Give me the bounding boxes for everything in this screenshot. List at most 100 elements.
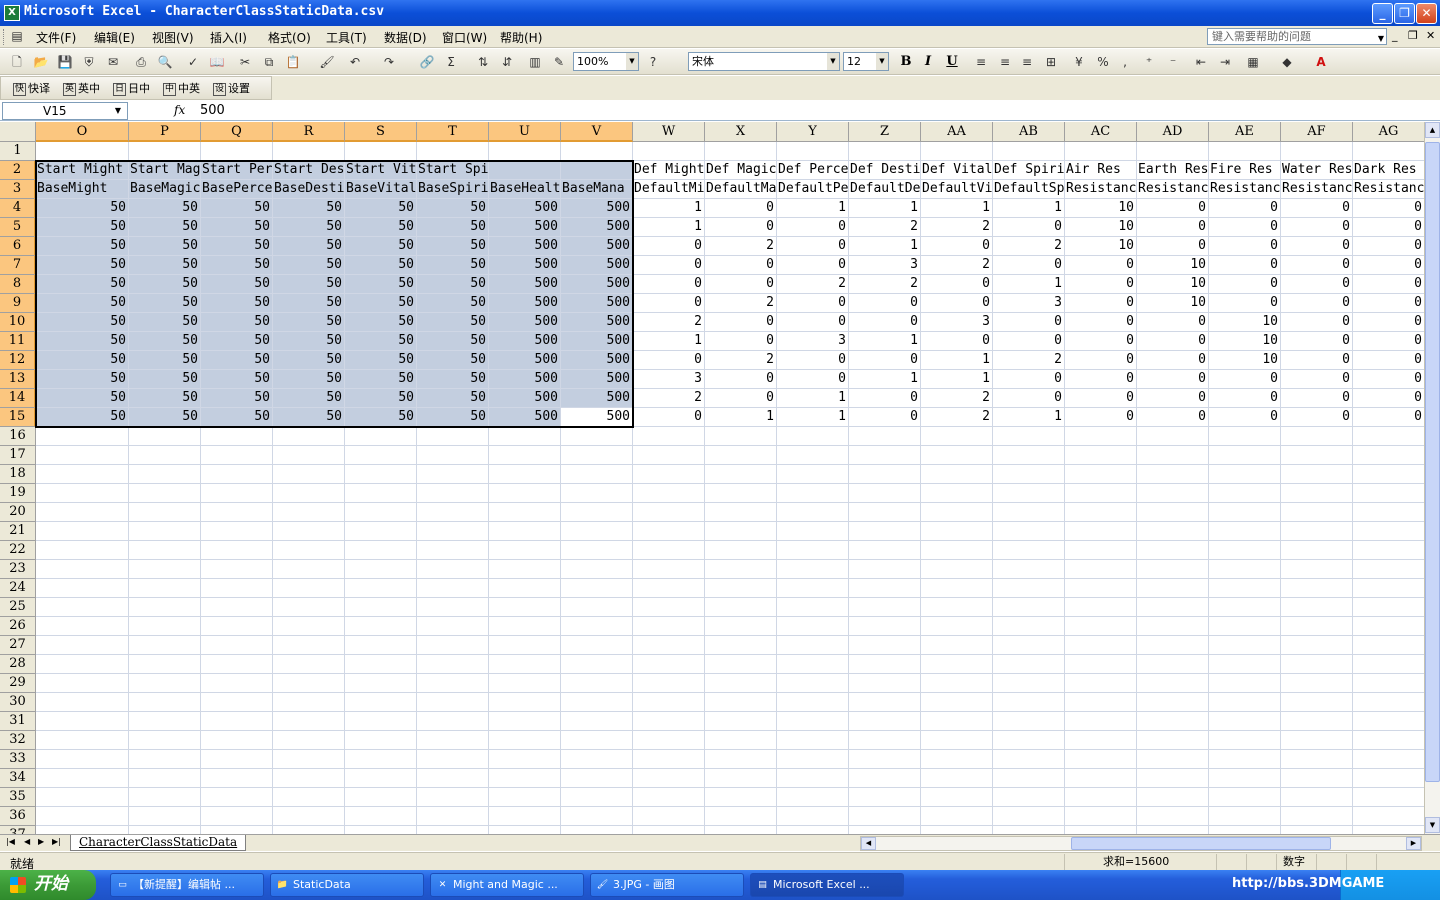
cell[interactable] xyxy=(1281,142,1353,161)
cell[interactable] xyxy=(1137,731,1209,750)
cell[interactable] xyxy=(633,598,705,617)
cell[interactable] xyxy=(993,579,1065,598)
cell[interactable] xyxy=(705,807,777,826)
cell[interactable]: 50 xyxy=(201,351,273,370)
cell[interactable] xyxy=(36,598,129,617)
cell[interactable]: 50 xyxy=(129,237,201,256)
cell[interactable]: 0 xyxy=(705,332,777,351)
cell[interactable]: 0 xyxy=(1353,218,1424,237)
cell[interactable] xyxy=(273,446,345,465)
cell[interactable] xyxy=(417,427,489,446)
bold-button[interactable]: B xyxy=(896,53,916,71)
cell[interactable] xyxy=(345,484,417,503)
cell[interactable] xyxy=(1209,769,1281,788)
cell[interactable] xyxy=(1209,636,1281,655)
cell[interactable] xyxy=(921,712,993,731)
cell[interactable] xyxy=(993,560,1065,579)
cell[interactable] xyxy=(777,807,849,826)
cell[interactable]: 0 xyxy=(1353,313,1424,332)
cell[interactable] xyxy=(417,750,489,769)
cell[interactable] xyxy=(273,617,345,636)
cell[interactable]: 50 xyxy=(417,370,489,389)
cell[interactable] xyxy=(345,655,417,674)
cell[interactable]: 0 xyxy=(1137,237,1209,256)
cell[interactable]: 1 xyxy=(993,199,1065,218)
cell[interactable] xyxy=(1353,522,1424,541)
cell[interactable] xyxy=(633,522,705,541)
cell[interactable] xyxy=(489,161,561,180)
japanese-chinese-button[interactable]: 日日中 xyxy=(113,80,150,97)
cell[interactable] xyxy=(129,712,201,731)
cell[interactable] xyxy=(921,446,993,465)
cell[interactable]: BaseMagic xyxy=(129,180,201,199)
row-header-20[interactable]: 20 xyxy=(0,503,36,522)
cell[interactable] xyxy=(489,579,561,598)
cell[interactable] xyxy=(1065,807,1137,826)
cell[interactable]: 0 xyxy=(705,370,777,389)
cell[interactable] xyxy=(921,769,993,788)
cell[interactable] xyxy=(1353,427,1424,446)
cell[interactable]: 50 xyxy=(129,313,201,332)
cell[interactable]: 2 xyxy=(993,351,1065,370)
cell[interactable]: Def Vitality xyxy=(921,161,993,180)
cell[interactable] xyxy=(36,826,129,834)
cell[interactable] xyxy=(849,788,921,807)
font-color-icon[interactable]: A xyxy=(1312,53,1330,71)
cell[interactable] xyxy=(345,427,417,446)
row-header-3[interactable]: 3 xyxy=(0,180,36,199)
cell[interactable] xyxy=(1209,712,1281,731)
cell[interactable] xyxy=(129,484,201,503)
chevron-down-icon[interactable]: ▼ xyxy=(1378,31,1384,46)
cell[interactable]: 0 xyxy=(1281,218,1353,237)
cell[interactable]: 1 xyxy=(849,332,921,351)
cell[interactable]: 50 xyxy=(129,370,201,389)
cell[interactable] xyxy=(201,484,273,503)
cell[interactable]: Fire Res xyxy=(1209,161,1281,180)
cell[interactable]: 50 xyxy=(273,351,345,370)
menu-edit[interactable]: 编辑(E) xyxy=(94,29,135,46)
cell[interactable] xyxy=(36,446,129,465)
cell[interactable]: Earth Res xyxy=(1137,161,1209,180)
cell[interactable] xyxy=(36,655,129,674)
cell[interactable]: 0 xyxy=(1065,256,1137,275)
cell[interactable] xyxy=(345,142,417,161)
cell[interactable] xyxy=(777,427,849,446)
cell[interactable] xyxy=(705,788,777,807)
row-header-27[interactable]: 27 xyxy=(0,636,36,655)
task-paint[interactable]: 🖌 3.JPG - 画图 xyxy=(590,873,744,897)
cell[interactable] xyxy=(345,465,417,484)
cell[interactable]: 0 xyxy=(633,351,705,370)
cell[interactable]: 0 xyxy=(777,313,849,332)
cell[interactable]: 50 xyxy=(129,408,201,427)
minimize-button[interactable]: _ xyxy=(1372,3,1393,24)
cell[interactable] xyxy=(345,731,417,750)
cell[interactable] xyxy=(345,826,417,834)
cell[interactable]: 1 xyxy=(777,199,849,218)
cell[interactable]: 0 xyxy=(1209,218,1281,237)
cell[interactable] xyxy=(705,655,777,674)
cell[interactable]: 0 xyxy=(1065,313,1137,332)
cell[interactable] xyxy=(921,465,993,484)
cell[interactable] xyxy=(36,503,129,522)
cell[interactable] xyxy=(1137,465,1209,484)
cell[interactable]: 2 xyxy=(921,218,993,237)
cell[interactable] xyxy=(1353,788,1424,807)
cell[interactable] xyxy=(921,750,993,769)
cell[interactable] xyxy=(1353,579,1424,598)
cell[interactable] xyxy=(273,142,345,161)
cell[interactable] xyxy=(777,731,849,750)
cell[interactable] xyxy=(201,446,273,465)
cell[interactable] xyxy=(561,598,633,617)
cell[interactable] xyxy=(1137,769,1209,788)
cell[interactable] xyxy=(1065,560,1137,579)
cell[interactable] xyxy=(705,560,777,579)
menu-help[interactable]: 帮助(H) xyxy=(500,29,542,46)
cell[interactable] xyxy=(633,655,705,674)
cell[interactable] xyxy=(1281,731,1353,750)
cell[interactable] xyxy=(273,579,345,598)
quick-translate-button[interactable]: 快快译 xyxy=(13,80,50,97)
cell[interactable]: 0 xyxy=(1281,199,1353,218)
cell[interactable]: 50 xyxy=(345,332,417,351)
cell[interactable] xyxy=(1353,674,1424,693)
row-header-22[interactable]: 22 xyxy=(0,541,36,560)
